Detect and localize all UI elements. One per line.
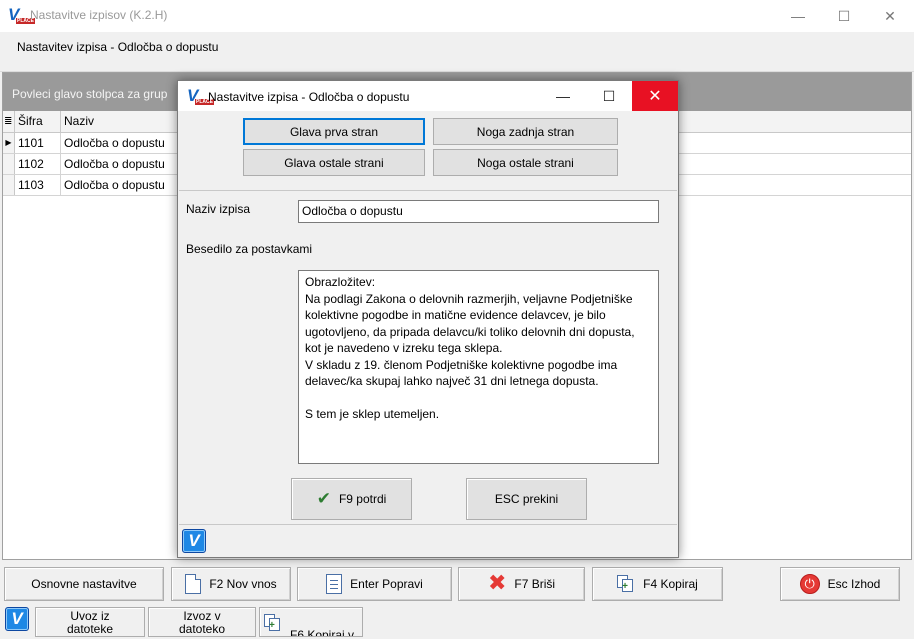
copy-label: F4 Kopiraj — [643, 577, 698, 591]
confirm-label: F9 potrdi — [338, 492, 387, 506]
v-logo-button[interactable]: V — [5, 607, 29, 631]
copy-button[interactable]: + F4 Kopiraj — [592, 567, 723, 601]
header-panel: Nastavitev izpisa - Odločba o dopustu — [0, 32, 914, 72]
app-icon: V PLAČE — [187, 86, 214, 105]
confirm-button[interactable]: ✔ F9 potrdi — [291, 478, 412, 520]
window-title: Nastavitve izpisov (K.2.H) — [30, 8, 168, 22]
glava-prva-stran-button[interactable]: Glava prva stran — [243, 118, 425, 145]
cell-naziv[interactable]: Odločba o dopustu — [61, 154, 181, 174]
copy-icon: + — [264, 614, 282, 632]
dialog-maximize-button[interactable]: ☐ — [586, 81, 632, 111]
minimize-button[interactable]: — — [775, 0, 821, 32]
page-title: Nastavitev izpisa - Odločba o dopustu — [17, 40, 219, 54]
exit-label: Esc Izhod — [827, 577, 881, 591]
new-entry-label: F2 Nov vnos — [209, 577, 277, 591]
import-from-file-button[interactable]: Uvoz iz datoteke — [35, 607, 145, 637]
settings-dialog: V PLAČE Nastavitve izpisa - Odločba o dop… — [177, 80, 679, 558]
cell-naziv[interactable]: Odločba o dopustu — [61, 175, 181, 195]
cell-sifra[interactable]: 1102 — [15, 154, 61, 174]
main-titlebar: V PLAČE Nastavitve izpisov (K.2.H) — ☐ ✕ — [0, 0, 914, 32]
dialog-titlebar: V PLAČE Nastavitve izpisa - Odločba o dop… — [178, 81, 678, 111]
edit-label: Enter Popravi — [350, 577, 423, 591]
checkmark-icon: ✔ — [316, 489, 331, 509]
edit-button[interactable]: Enter Popravi — [297, 567, 452, 601]
export-to-file-button[interactable]: Izvoz v datoteko — [148, 607, 256, 637]
dialog-minimize-button[interactable]: — — [540, 81, 586, 111]
delete-icon: ✖ — [487, 571, 507, 596]
power-icon: ⏻ — [799, 574, 820, 594]
dialog-title: Nastavitve izpisa - Odločba o dopustu — [208, 90, 410, 104]
cell-sifra[interactable]: 1101 — [15, 133, 61, 153]
osnovne-nastavitve-button[interactable]: Osnovne nastavitve — [4, 567, 164, 601]
new-entry-button[interactable]: F2 Nov vnos — [171, 567, 291, 601]
noga-ostale-strani-button[interactable]: Noga ostale strani — [433, 149, 618, 176]
copy-to-location-button[interactable]: + F6 Kopiraj v drug lokacij — [259, 607, 363, 637]
noga-zadnja-stran-button[interactable]: Noga zadnja stran — [433, 118, 618, 145]
dialog-close-button[interactable]: ✕ — [632, 81, 678, 111]
row-indicator-empty — [3, 154, 15, 174]
edit-document-icon — [326, 574, 343, 594]
header-footer-panel: Glava prva stran Noga zadnja stran Glava… — [179, 111, 677, 191]
delete-label: F7 Briši — [514, 577, 556, 591]
report-name-input[interactable]: Odločba o dopustu — [298, 200, 659, 223]
v-logo-button[interactable]: V — [182, 529, 206, 553]
cancel-button[interactable]: ESC prekini — [466, 478, 587, 520]
cell-sifra[interactable]: 1103 — [15, 175, 61, 195]
row-indicator-icon: ▶ — [3, 133, 15, 153]
copy-to-location-label: F6 Kopiraj v drug lokacij — [289, 628, 355, 637]
group-hint: Povleci glavo stolpca za grup — [12, 87, 168, 101]
exit-button[interactable]: ⏻ Esc Izhod — [780, 567, 900, 601]
app-icon: V PLAČE — [8, 5, 35, 24]
report-name-label: Naziv izpisa — [186, 202, 251, 216]
osnovne-nastavitve-label: Osnovne nastavitve — [31, 577, 137, 591]
copy-icon: + — [617, 575, 635, 593]
glava-ostale-strani-button[interactable]: Glava ostale strani — [243, 149, 425, 176]
column-header-naziv[interactable]: Naziv — [61, 111, 181, 132]
column-header-sifra[interactable]: Šifra — [15, 111, 61, 132]
row-indicator-empty — [3, 175, 15, 195]
close-button[interactable]: ✕ — [867, 0, 913, 32]
column-chooser-icon[interactable]: ≣ — [3, 111, 15, 132]
cancel-label: ESC prekini — [494, 492, 559, 506]
footer-text-label: Besedilo za postavkami — [186, 242, 313, 256]
dialog-status-bar: V — [179, 524, 677, 557]
delete-button[interactable]: ✖ F7 Briši — [458, 567, 585, 601]
footer-text-memo[interactable]: Obrazložitev: Na podlagi Zakona o delovn… — [298, 270, 659, 464]
new-document-icon — [185, 574, 202, 594]
maximize-button[interactable]: ☐ — [821, 0, 867, 32]
cell-naziv[interactable]: Odločba o dopustu — [61, 133, 181, 153]
